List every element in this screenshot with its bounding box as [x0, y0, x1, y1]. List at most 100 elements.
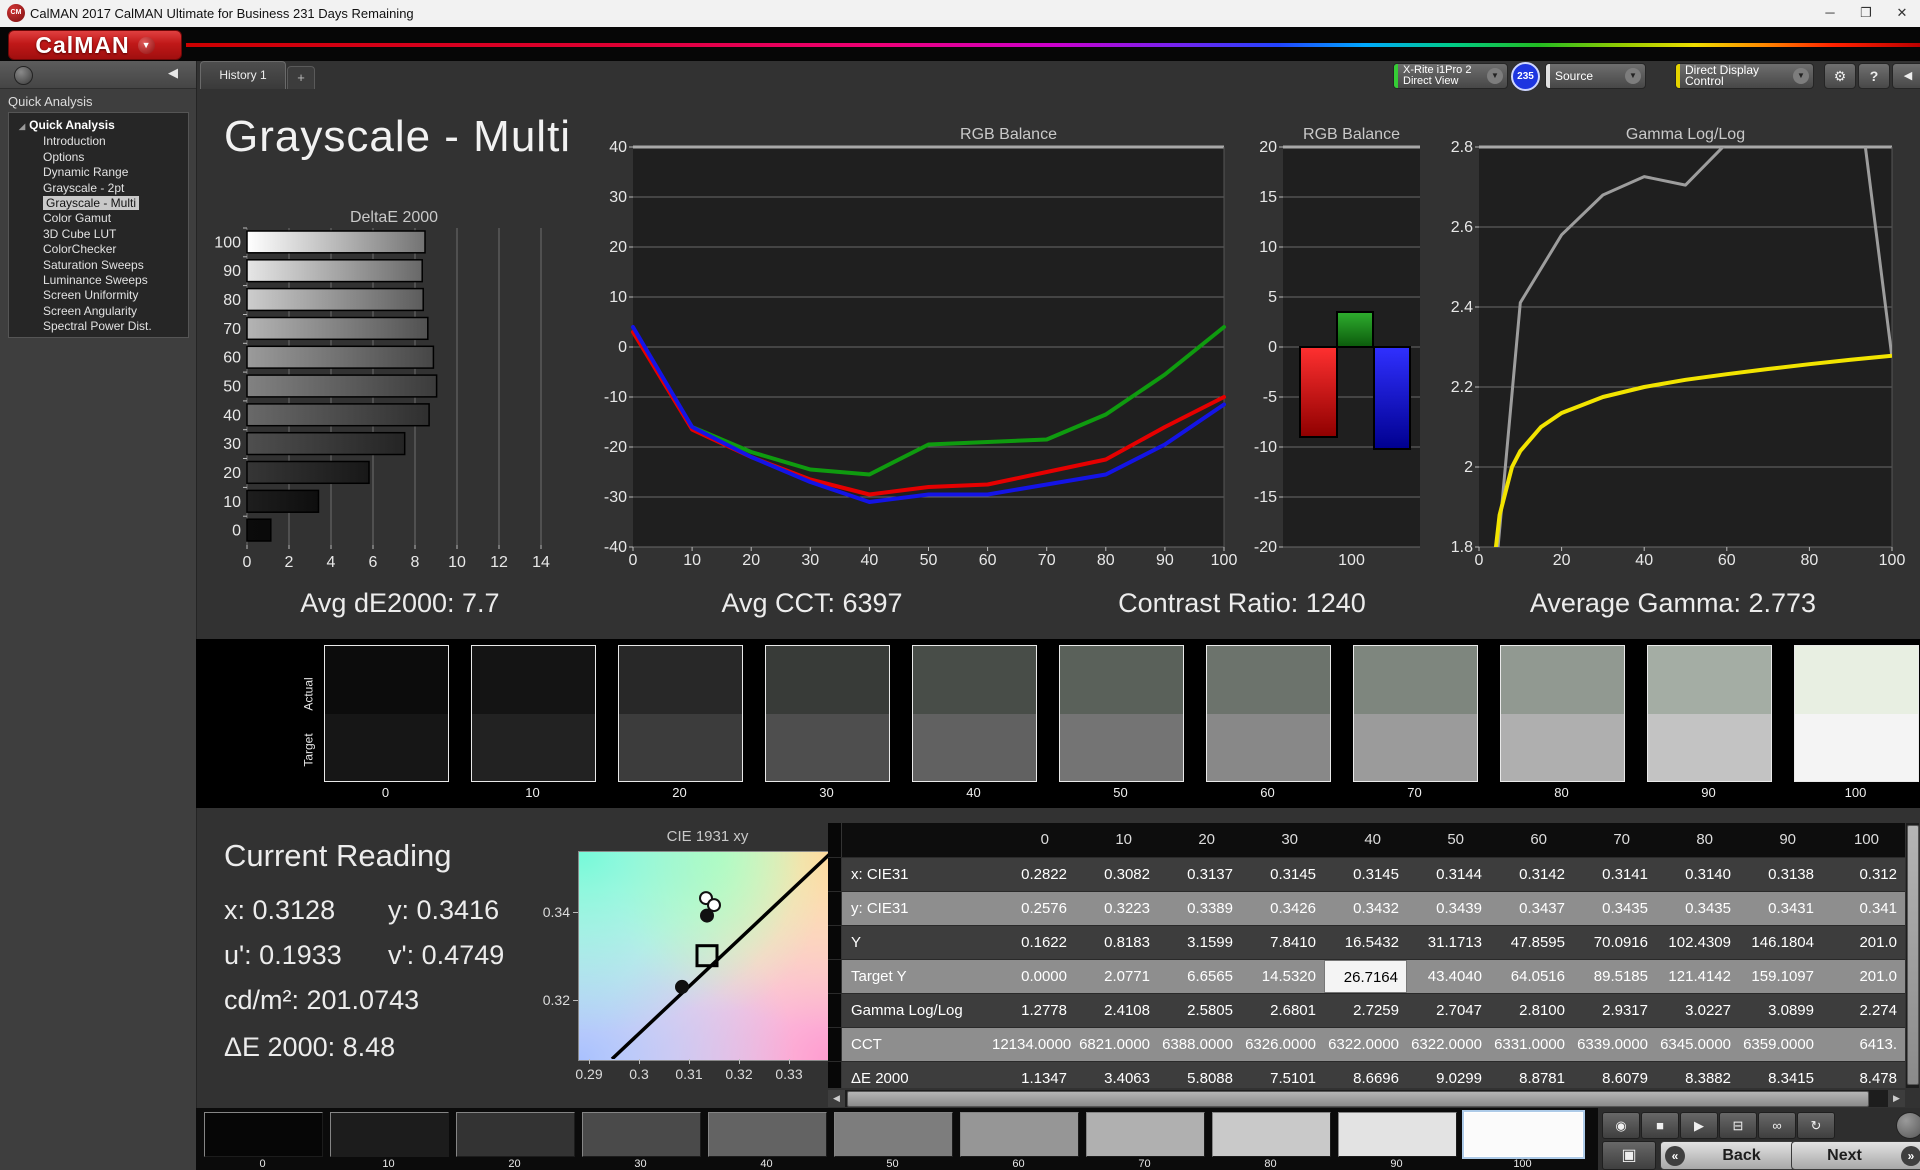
help-button[interactable]: ?: [1858, 63, 1890, 89]
table-cell[interactable]: 6.6565: [1158, 960, 1241, 993]
patch-button-80[interactable]: [1212, 1112, 1331, 1157]
table-cell[interactable]: 6345.0000: [1656, 1028, 1739, 1061]
table-cell[interactable]: 8.6079: [1573, 1062, 1656, 1088]
table-cell[interactable]: 6388.0000: [1158, 1028, 1241, 1061]
table-cell[interactable]: 5.8088: [1158, 1062, 1241, 1088]
table-cell[interactable]: 47.8595: [1490, 926, 1573, 959]
close-button[interactable]: ✕: [1884, 0, 1920, 26]
patch-button-20[interactable]: [456, 1112, 575, 1157]
play-button[interactable]: ▶: [1680, 1112, 1718, 1139]
table-cell[interactable]: 0.3082: [1075, 858, 1158, 891]
table-cell[interactable]: 0.3142: [1490, 858, 1573, 891]
sidebar-item-colorchecker[interactable]: ColorChecker: [9, 242, 188, 257]
table-cell[interactable]: 12134.0000: [992, 1028, 1075, 1061]
settings-button[interactable]: ⚙: [1824, 63, 1856, 89]
vscroll-thumb[interactable]: [1907, 825, 1919, 1085]
table-cell[interactable]: 0.3223: [1075, 892, 1158, 925]
table-cell[interactable]: 3.4063: [1075, 1062, 1158, 1088]
table-cell[interactable]: 0.341: [1822, 892, 1905, 925]
hscroll-thumb[interactable]: [847, 1091, 1869, 1107]
table-vertical-scrollbar[interactable]: [1906, 823, 1919, 1088]
table-cell[interactable]: 2.9317: [1573, 994, 1656, 1027]
table-cell[interactable]: 3.0899: [1739, 994, 1822, 1027]
table-cell[interactable]: 89.5185: [1573, 960, 1656, 993]
table-horizontal-scrollbar[interactable]: ◀ ▶: [828, 1090, 1905, 1107]
table-cell[interactable]: 6326.0000: [1241, 1028, 1324, 1061]
luminance-badge[interactable]: 235: [1511, 62, 1540, 91]
table-cell[interactable]: 0.1622: [992, 926, 1075, 959]
table-cell[interactable]: 3.0227: [1656, 994, 1739, 1027]
patch-button-40[interactable]: [708, 1112, 827, 1157]
table-cell[interactable]: 0.3431: [1739, 892, 1822, 925]
table-cell[interactable]: 2.7259: [1324, 994, 1407, 1027]
table-cell[interactable]: 0.3439: [1407, 892, 1490, 925]
table-cell[interactable]: 0.0000: [992, 960, 1075, 993]
table-cell[interactable]: 1.2778: [992, 994, 1075, 1027]
sidebar-item-dynamic-range[interactable]: Dynamic Range: [9, 165, 188, 180]
add-tab-button[interactable]: +: [287, 66, 315, 89]
scroll-right-icon[interactable]: ▶: [1888, 1090, 1905, 1107]
table-cell[interactable]: 2.7047: [1407, 994, 1490, 1027]
pattern-window-button[interactable]: ⊟: [1719, 1112, 1757, 1139]
sidebar-item-introduction[interactable]: Introduction: [9, 134, 188, 149]
table-cell[interactable]: 16.5432: [1324, 926, 1407, 959]
sidebar-item-3d-cube-lut[interactable]: 3D Cube LUT: [9, 227, 188, 242]
patch-button-70[interactable]: [1086, 1112, 1205, 1157]
sidebar-item-screen-angularity[interactable]: Screen Angularity: [9, 304, 188, 319]
table-cell[interactable]: 0.3145: [1241, 858, 1324, 891]
table-cell[interactable]: 8.6696: [1324, 1062, 1407, 1088]
table-cell[interactable]: 7.8410: [1241, 926, 1324, 959]
table-cell[interactable]: 201.0: [1822, 926, 1905, 959]
patch-button-30[interactable]: [582, 1112, 701, 1157]
continuous-read-button[interactable]: ∞: [1758, 1112, 1796, 1139]
patch-button-90[interactable]: [1338, 1112, 1457, 1157]
patch-button-50[interactable]: [834, 1112, 953, 1157]
sidebar-item-spectral-power-dist-[interactable]: Spectral Power Dist.: [9, 319, 188, 334]
table-cell[interactable]: 0.3435: [1573, 892, 1656, 925]
table-cell[interactable]: 6331.0000: [1490, 1028, 1573, 1061]
table-cell[interactable]: 121.4142: [1656, 960, 1739, 993]
calman-menu-button[interactable]: CalMAN ▼: [8, 30, 182, 60]
table-cell[interactable]: 14.5320: [1241, 960, 1324, 993]
table-cell[interactable]: 159.1097: [1739, 960, 1822, 993]
table-cell[interactable]: 6322.0000: [1324, 1028, 1407, 1061]
table-cell[interactable]: 8.478: [1822, 1062, 1905, 1088]
table-cell[interactable]: 2.274: [1822, 994, 1905, 1027]
meter-dropdown[interactable]: X-Rite i1Pro 2 Direct View ▼: [1393, 63, 1508, 89]
table-cell[interactable]: 64.0516: [1490, 960, 1573, 993]
table-cell[interactable]: 0.3137: [1158, 858, 1241, 891]
patch-button-100[interactable]: [1464, 1112, 1583, 1157]
table-cell[interactable]: 6359.0000: [1739, 1028, 1822, 1061]
pattern-display-button[interactable]: ▣: [1602, 1141, 1656, 1170]
table-cell[interactable]: 0.3141: [1573, 858, 1656, 891]
panel-collapse-button[interactable]: ◀: [1892, 63, 1920, 89]
table-cell[interactable]: 102.4309: [1656, 926, 1739, 959]
tab-history-1[interactable]: History 1: [200, 61, 286, 89]
scroll-left-icon[interactable]: ◀: [828, 1090, 845, 1107]
patch-button-10[interactable]: [330, 1112, 449, 1157]
table-cell[interactable]: 0.312: [1822, 858, 1905, 891]
meter-eye-button[interactable]: ◉: [1602, 1112, 1640, 1139]
sidebar-item-grayscale-multi[interactable]: Grayscale - Multi: [9, 196, 188, 211]
table-cell[interactable]: 2.4108: [1075, 994, 1158, 1027]
table-cell[interactable]: 2.5805: [1158, 994, 1241, 1027]
table-cell[interactable]: 2.8100: [1490, 994, 1573, 1027]
table-cell[interactable]: 8.8781: [1490, 1062, 1573, 1088]
table-cell[interactable]: 0.3145: [1324, 858, 1407, 891]
sidebar-item-options[interactable]: Options: [9, 150, 188, 165]
sidebar-item-grayscale-2pt[interactable]: Grayscale - 2pt: [9, 181, 188, 196]
table-cell[interactable]: 7.5101: [1241, 1062, 1324, 1088]
back-button[interactable]: « Back: [1660, 1141, 1795, 1170]
table-cell[interactable]: 8.3415: [1739, 1062, 1822, 1088]
table-cell[interactable]: 2.6801: [1241, 994, 1324, 1027]
sidebar-item-luminance-sweeps[interactable]: Luminance Sweeps: [9, 273, 188, 288]
record-button[interactable]: [14, 66, 33, 85]
table-cell[interactable]: 8.3882: [1656, 1062, 1739, 1088]
clipped-round-button[interactable]: [1896, 1112, 1920, 1139]
table-cell[interactable]: 0.3432: [1324, 892, 1407, 925]
table-cell[interactable]: 43.4040: [1407, 960, 1490, 993]
sidebar-item-screen-uniformity[interactable]: Screen Uniformity: [9, 288, 188, 303]
next-button[interactable]: Next »: [1791, 1141, 1920, 1170]
patch-button-60[interactable]: [960, 1112, 1079, 1157]
table-cell[interactable]: 3.1599: [1158, 926, 1241, 959]
